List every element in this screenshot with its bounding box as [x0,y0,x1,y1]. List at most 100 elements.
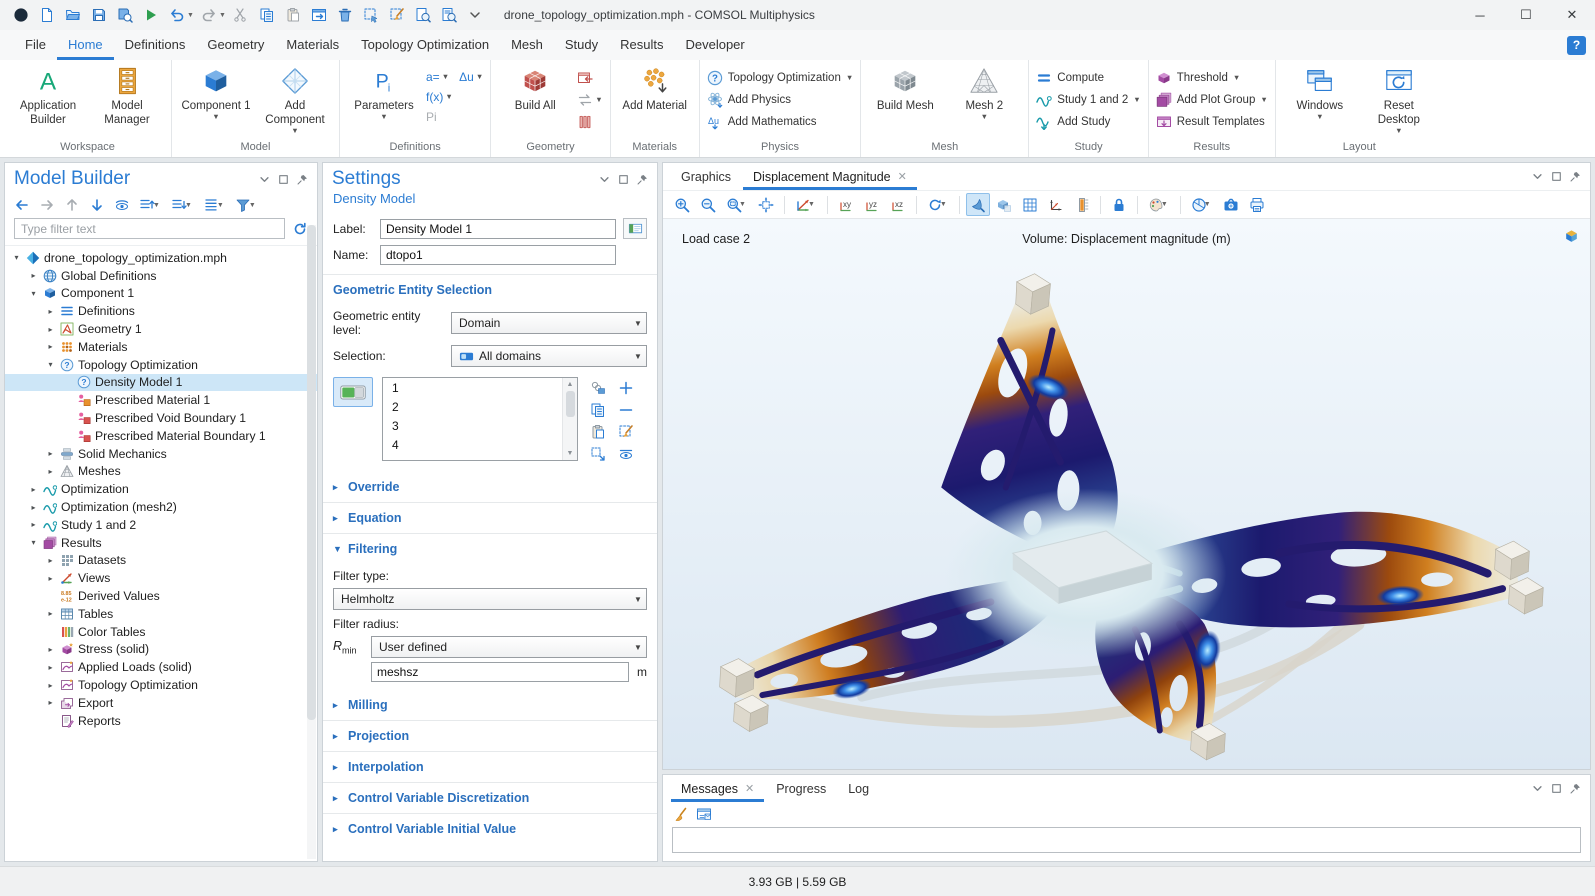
rename-button[interactable] [623,218,647,239]
section-filtering[interactable]: ▼ Filtering [323,533,657,564]
deselect-box-button[interactable] [384,7,410,23]
tree-item[interactable]: Prescribed Material 1 [5,391,317,409]
zoom-box-button[interactable]: ▼ [722,193,752,216]
copy-button[interactable] [254,7,280,23]
environment-reflections-button[interactable]: ▼ [1187,193,1217,216]
section-override[interactable]: ▸Override [323,472,657,502]
tree-item[interactable]: ▾drone_topology_optimization.mph [5,249,317,267]
show-grid-button[interactable] [1018,193,1042,216]
graphics-canvas[interactable]: Load case 2 Volume: Displacement magnitu… [663,219,1590,769]
tree-item[interactable]: ▸Tables [5,605,317,623]
menu-tab-topology-optimization[interactable]: Topology Optimization [350,30,500,60]
nonlocal-couplings-button[interactable]: Δu▼ [459,70,483,84]
variables-button[interactable]: a=▼ [426,70,449,84]
filter-nodes-button[interactable]: ▼ [235,197,258,213]
section-equation[interactable]: ▸Equation [323,502,657,533]
tree-collapsed-chevron[interactable]: ▸ [45,325,56,334]
label-field[interactable] [380,219,616,239]
delete-button[interactable] [332,7,358,23]
maximize-button[interactable]: ☐ [1503,0,1549,30]
geometry-rebuild-button[interactable]: ▼ [577,92,602,108]
tree-item[interactable]: ▸Views [5,569,317,587]
tree-item[interactable]: ▸Applied Loads (solid) [5,658,317,676]
menu-tab-file[interactable]: File [14,30,57,60]
tree-item[interactable]: ▸Datasets [5,552,317,570]
expand-all-button[interactable]: ▼ [139,197,162,213]
menu-tab-definitions[interactable]: Definitions [114,30,197,60]
selchain-icon[interactable] [590,380,606,396]
close-button[interactable]: ✕ [1549,0,1595,30]
search-settings-button[interactable] [436,7,462,23]
redo-button[interactable]: ▼ [196,7,228,23]
selection-list-item[interactable]: 4 [383,435,577,454]
add-component-button[interactable]: Add Component ▼ [258,63,332,135]
tree-collapsed-chevron[interactable]: ▸ [45,342,56,351]
compute-button[interactable]: Compute [1036,70,1140,86]
nav-back-button[interactable] [14,197,30,213]
build-mesh-button[interactable]: Build Mesh [868,63,942,113]
panel-pin-icon[interactable] [297,174,308,185]
add-mathematics-button[interactable]: Δu Add Mathematics [707,114,854,130]
tree-expanded-chevron[interactable]: ▾ [45,360,56,369]
tree-collapsed-chevron[interactable]: ▸ [45,609,56,618]
section-interpolation[interactable]: ▸Interpolation [323,751,657,782]
tree-item[interactable]: ▸Solid Mechanics [5,445,317,463]
tree-expanded-chevron[interactable]: ▾ [28,538,39,547]
rotate-view-button[interactable]: ▼ [923,193,953,216]
parameters-button[interactable]: Pi Parameters ▼ [347,63,421,121]
tree-collapsed-chevron[interactable]: ▸ [45,645,56,654]
reset-desktop-button[interactable]: Reset Desktop ▼ [1362,63,1436,135]
selcopy-icon[interactable] [590,402,606,418]
build-all-button[interactable]: Build All [498,63,572,113]
geometry-import-icon[interactable] [577,70,593,86]
functions-button[interactable]: f(x)▼ [426,90,453,104]
tree-item[interactable]: ▸Optimization [5,480,317,498]
section-milling[interactable]: ▸Milling [323,690,657,720]
tab-graphics[interactable]: Graphics [671,163,741,190]
open-file-button[interactable] [60,7,86,23]
collapse-all-button[interactable]: ▼ [171,197,194,213]
panel-menu-icon[interactable] [1532,783,1543,794]
show-toggle-button[interactable] [114,197,130,213]
panel-menu-icon[interactable] [1532,171,1543,182]
tree-item[interactable]: ▾Results [5,534,317,552]
windows-button[interactable]: Windows ▼ [1283,63,1357,121]
minimize-button[interactable]: ─ [1457,0,1503,30]
add-study-button[interactable]: Add Study [1036,114,1140,130]
tree-collapsed-chevron[interactable]: ▸ [45,307,56,316]
tree-item[interactable]: ▾Component 1 [5,285,317,303]
tree-collapsed-chevron[interactable]: ▸ [45,681,56,690]
active-toggle-button[interactable] [333,377,373,407]
panel-menu-icon[interactable] [599,174,610,185]
tree-filter-input[interactable] [14,218,285,239]
move-up-button[interactable] [64,197,80,213]
toolbar-options-button[interactable] [462,7,488,23]
tab-progress[interactable]: Progress [766,775,836,802]
filter-radius-input[interactable] [371,662,629,682]
tree-item[interactable]: ▾?Topology Optimization [5,356,317,374]
selection-list-item[interactable]: 1 [383,378,577,397]
filter-type-select[interactable]: Helmholtz▼ [333,588,647,610]
refresh-icon[interactable] [292,221,308,237]
menu-tab-materials[interactable]: Materials [275,30,350,60]
tree-collapsed-chevron[interactable]: ▸ [28,520,39,529]
menu-tab-developer[interactable]: Developer [674,30,755,60]
scene-light-button[interactable] [966,193,990,216]
tree-collapsed-chevron[interactable]: ▸ [45,663,56,672]
model-manager-button[interactable]: Model Manager [90,63,164,127]
mesh2-button[interactable]: Mesh 2 ▼ [947,63,1021,121]
menu-tab-mesh[interactable]: Mesh [500,30,554,60]
tree-item[interactable]: Color Tables [5,623,317,641]
entity-level-select[interactable]: Domain▼ [451,312,647,334]
panel-float-icon[interactable] [1551,783,1562,794]
component1-button[interactable]: Component 1 ▼ [179,63,253,121]
lock-view-button[interactable] [1107,193,1131,216]
section-control-variable-discretization[interactable]: ▸Control Variable Discretization [323,782,657,813]
selplus-icon[interactable] [618,380,634,396]
duplicate-button[interactable] [306,7,332,23]
tree-expanded-chevron[interactable]: ▾ [28,289,39,298]
snapshot-button[interactable] [1219,193,1243,216]
print-button[interactable] [1245,193,1269,216]
tree-collapsed-chevron[interactable]: ▸ [28,485,39,494]
zoom-extents-button[interactable] [754,193,778,216]
